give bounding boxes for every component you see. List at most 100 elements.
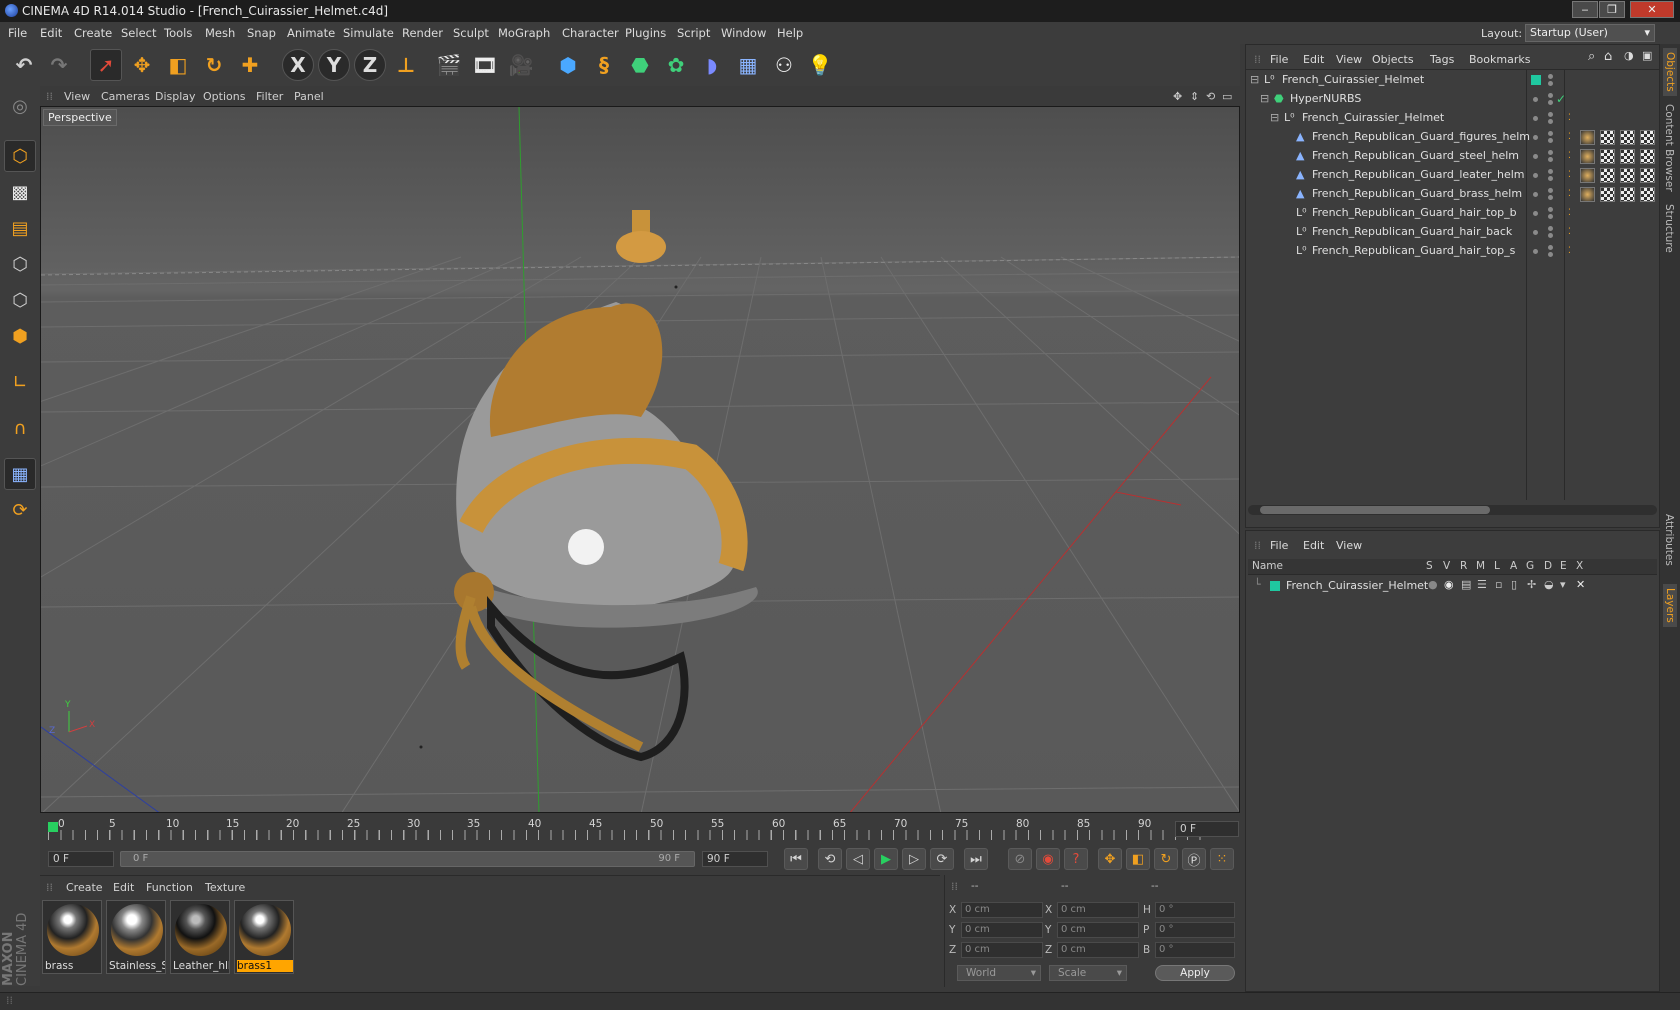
objects-menu-bookmarks[interactable]: Bookmarks (1469, 53, 1530, 66)
editor-visibility-dot[interactable] (1548, 93, 1553, 98)
object-name[interactable]: French_Republican_Guard_brass_helm (1312, 184, 1522, 204)
auto-key-button[interactable]: ◉ (1036, 848, 1060, 870)
live-selection-button[interactable]: ➚ (90, 49, 122, 81)
next-frame-button[interactable]: ▷ (902, 848, 926, 870)
render-visibility-dot[interactable] (1548, 252, 1553, 257)
prev-frame-button[interactable]: ◁ (846, 848, 870, 870)
viewport-menu-display[interactable]: Display (155, 90, 196, 103)
material-menu-edit[interactable]: Edit (113, 881, 134, 894)
render-visibility-dot[interactable] (1548, 81, 1553, 86)
object-row[interactable]: ▲ French_Republican_Guard_steel_helm ⁚ (1246, 146, 1659, 166)
spline-button[interactable]: § (588, 49, 620, 81)
texture-mode-button[interactable]: ▩ (4, 176, 36, 208)
render-visibility-dot[interactable] (1548, 119, 1553, 124)
tag-dots-icon[interactable]: ⁚ (1568, 146, 1571, 166)
material-tag[interactable] (1580, 149, 1595, 164)
material-tag[interactable] (1580, 168, 1595, 183)
points-mode-button[interactable]: ⬡ (4, 248, 36, 280)
home-icon[interactable]: ⌂ (1604, 49, 1612, 64)
object-name[interactable]: French_Republican_Guard_figures_helm (1312, 127, 1530, 147)
menu-mograph[interactable]: MoGraph (498, 26, 550, 40)
prev-keyframe-button[interactable]: ⟲ (818, 848, 842, 870)
generator-icon[interactable]: ✢ (1527, 578, 1536, 591)
menu-character[interactable]: Character (562, 26, 619, 40)
render-visibility-dot[interactable] (1548, 157, 1553, 162)
start-frame-field[interactable]: 0 F (48, 851, 114, 867)
play-button[interactable]: ▶ (874, 848, 898, 870)
editor-visibility-dot[interactable] (1548, 188, 1553, 193)
go-to-end-button[interactable]: ⏭ (964, 848, 988, 870)
header-expressions[interactable]: E (1560, 560, 1567, 572)
animation-film-icon[interactable]: ▯ (1511, 578, 1517, 591)
render-view-button[interactable]: 🎬 (433, 49, 465, 81)
texture-tag[interactable] (1640, 130, 1655, 145)
lock-icon[interactable]: ▫ (1495, 578, 1502, 591)
rotate-view-icon[interactable]: ⟲ (1206, 90, 1215, 103)
editor-visibility-dot[interactable] (1548, 226, 1553, 231)
objects-menu-view[interactable]: View (1336, 53, 1362, 66)
object-row[interactable]: ⊟ L⁰ French_Cuirassier_Helmet ⁚ (1246, 108, 1659, 128)
edges-mode-button[interactable]: ⬡ (4, 284, 36, 316)
object-name[interactable]: French_Cuirassier_Helmet (1302, 108, 1444, 128)
editor-visibility-dot[interactable] (1548, 74, 1553, 79)
rotate-tool-button[interactable]: ↻ (198, 49, 230, 81)
deformer-icon[interactable]: ◒ (1544, 578, 1554, 591)
editor-visibility-dot[interactable] (1548, 131, 1553, 136)
texture-tag[interactable] (1620, 168, 1635, 183)
viewport-menu-view[interactable]: View (64, 90, 90, 103)
render-settings-button[interactable]: 🎥 (505, 49, 537, 81)
material-tag[interactable] (1580, 130, 1595, 145)
pan-view-icon[interactable]: ✥ (1173, 90, 1182, 103)
timeline-ruler[interactable]: 0 5 10 15 20 25 30 35 40 45 50 55 60 65 … (40, 814, 1240, 844)
material-menu-function[interactable]: Function (146, 881, 193, 894)
toggle-views-icon[interactable]: ▭ (1222, 90, 1232, 103)
render-visibility-dot[interactable] (1548, 176, 1553, 181)
editor-visibility-dot[interactable] (1548, 169, 1553, 174)
object-name[interactable]: French_Republican_Guard_leater_helm (1312, 165, 1525, 185)
object-name[interactable]: French_Cuirassier_Helmet (1282, 70, 1424, 90)
solo-dot-icon[interactable]: ● (1428, 578, 1438, 591)
xref-icon[interactable]: ✕ (1576, 578, 1585, 591)
material-swatch-leather[interactable]: Leather_hll (170, 900, 230, 974)
close-button[interactable]: ✕ (1630, 1, 1674, 18)
parameter-key-button[interactable]: Ⓟ (1182, 848, 1206, 870)
material-menu-texture[interactable]: Texture (205, 881, 245, 894)
next-keyframe-button[interactable]: ⟳ (930, 848, 954, 870)
texture-tag[interactable] (1640, 149, 1655, 164)
apply-button[interactable]: Apply (1155, 965, 1235, 981)
objects-menu-tags[interactable]: Tags (1430, 53, 1454, 66)
coordinate-mode-dropdown[interactable]: World ▾ (957, 965, 1041, 981)
header-view[interactable]: V (1443, 560, 1450, 572)
layout-dropdown[interactable]: Startup (User) ▾ (1525, 24, 1655, 42)
workplane-mode-button[interactable]: ▤ (4, 212, 36, 244)
playhead-marker[interactable] (48, 822, 58, 832)
menu-tools[interactable]: Tools (164, 26, 192, 40)
tag-dots-icon[interactable]: ⁚ (1568, 165, 1571, 185)
menu-plugins[interactable]: Plugins (625, 26, 666, 40)
viewport-menu-panel[interactable]: Panel (294, 90, 324, 103)
object-row[interactable]: ▲ French_Republican_Guard_brass_helm ⁚ (1246, 184, 1659, 204)
menu-select[interactable]: Select (121, 26, 156, 40)
menu-help[interactable]: Help (777, 26, 803, 40)
header-manager[interactable]: M (1476, 560, 1485, 572)
tab-structure[interactable]: Structure (1663, 204, 1675, 253)
menu-window[interactable]: Window (721, 26, 766, 40)
pos-x-field[interactable]: 0 cm (961, 902, 1043, 918)
timeline-ticks[interactable] (48, 816, 1208, 842)
collapse-icon[interactable]: ⊟ (1270, 108, 1279, 128)
camera-button[interactable]: ⚇ (768, 49, 800, 81)
y-axis-button[interactable]: Y (318, 49, 350, 81)
rot-b-field[interactable]: 0 ° (1155, 942, 1235, 958)
layers-menu-file[interactable]: File (1270, 539, 1288, 552)
header-render[interactable]: R (1460, 560, 1467, 572)
viewport-menu-filter[interactable]: Filter (256, 90, 283, 103)
object-row[interactable]: ▲ French_Republican_Guard_leater_helm ⁚ (1246, 165, 1659, 185)
material-menu-create[interactable]: Create (66, 881, 103, 894)
tab-objects[interactable]: Objects (1663, 48, 1677, 96)
render-clapper-icon[interactable]: ▤ (1461, 578, 1471, 591)
object-row[interactable]: ⊟ L⁰ French_Cuirassier_Helmet (1246, 70, 1659, 90)
recent-tool-button[interactable]: ✚ (234, 49, 266, 81)
material-tag[interactable] (1580, 187, 1595, 202)
keyframe-selection-button[interactable]: ? (1064, 848, 1088, 870)
header-generators[interactable]: G (1526, 560, 1534, 572)
